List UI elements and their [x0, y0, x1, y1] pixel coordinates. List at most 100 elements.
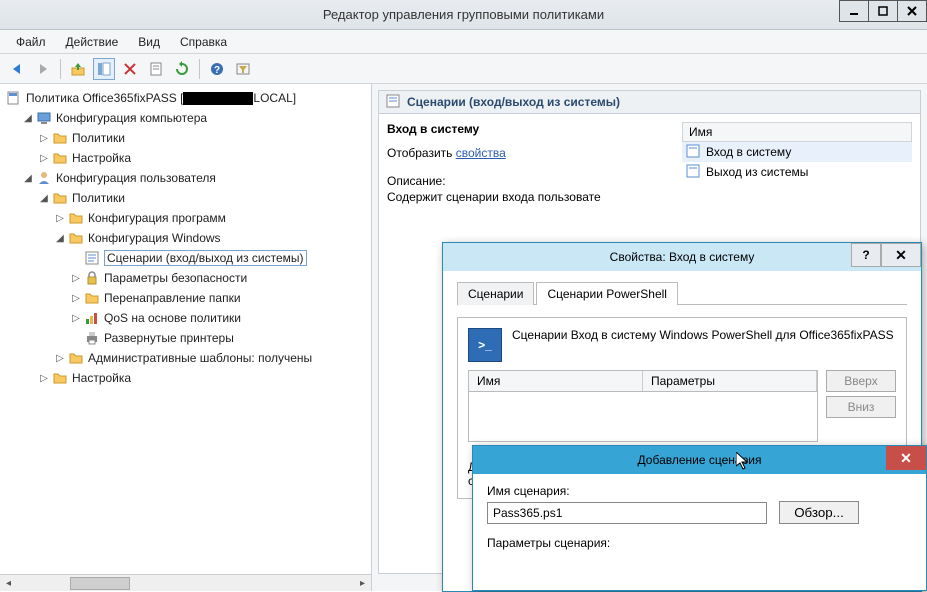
folder-icon [52, 190, 68, 206]
expand-icon[interactable]: ▷ [70, 292, 82, 304]
tree-folder-redirect[interactable]: ▷ Перенаправление папки [4, 288, 371, 308]
scrollbar-thumb[interactable] [70, 577, 130, 590]
tree-win-config[interactable]: ◢ Конфигурация Windows [4, 228, 371, 248]
show-tree-button[interactable] [93, 58, 115, 80]
list-item-logout[interactable]: Выход из системы [682, 162, 912, 182]
minimize-button[interactable] [839, 0, 869, 22]
dialog-close-button[interactable]: ✕ [881, 243, 921, 267]
col-params[interactable]: Параметры [643, 371, 817, 391]
tree-printers[interactable]: Развернутые принтеры [4, 328, 371, 348]
folder-icon [84, 290, 100, 306]
tree-policies-comp[interactable]: ▷ Политики [4, 128, 371, 148]
delete-button[interactable] [119, 58, 141, 80]
maximize-button[interactable] [868, 0, 898, 22]
expand-icon[interactable]: ▷ [38, 132, 50, 144]
col-name[interactable]: Имя [469, 371, 643, 391]
expand-icon[interactable]: ▷ [54, 212, 66, 224]
dialog-titlebar[interactable]: Свойства: Вход в систему ? ✕ [443, 243, 921, 271]
close-button[interactable] [897, 0, 927, 22]
script-params-label: Параметры сценария: [487, 536, 912, 550]
dialog-title: Добавление сценария [638, 453, 762, 467]
script-name-label: Имя сценария: [487, 484, 912, 498]
description-label: Описание: [387, 174, 670, 188]
tree-policies-user[interactable]: ◢ Политики [4, 188, 371, 208]
script-name-input[interactable] [487, 502, 767, 524]
tree-pane[interactable]: Политика Office365fixPASS [LOCAL] ◢ Конф… [0, 84, 372, 591]
collapse-icon[interactable]: ◢ [22, 172, 34, 184]
dialog-titlebar[interactable]: Добавление сценария ✕ [473, 446, 926, 474]
tree-hscrollbar[interactable]: ◂ ▸ [0, 574, 371, 591]
name-column-header[interactable]: Имя [682, 122, 912, 142]
computer-icon [36, 110, 52, 126]
tab-powershell[interactable]: Сценарии PowerShell [536, 282, 678, 305]
refresh-button[interactable] [171, 58, 193, 80]
titlebar: Редактор управления групповыми политикам… [0, 0, 927, 30]
details-header-text: Сценарии (вход/выход из системы) [407, 95, 620, 109]
printer-icon [84, 330, 100, 346]
dialog-title: Свойства: Вход в систему [610, 250, 755, 264]
forward-button[interactable] [32, 58, 54, 80]
script-icon [686, 144, 700, 161]
folder-icon [68, 350, 84, 366]
script-icon [84, 250, 100, 266]
list-item-login[interactable]: Вход в систему [682, 142, 912, 162]
collapse-icon[interactable]: ◢ [54, 232, 66, 244]
expand-icon[interactable]: ▷ [38, 152, 50, 164]
properties-button[interactable] [145, 58, 167, 80]
show-properties: Отобразить свойства [387, 146, 670, 160]
tab-scripts[interactable]: Сценарии [457, 282, 534, 305]
properties-link[interactable]: свойства [456, 146, 506, 160]
qos-icon [84, 310, 100, 326]
collapse-icon[interactable]: ◢ [22, 112, 34, 124]
description-text: Содержит сценарии входа пользовате [387, 190, 670, 204]
dialog-close-button[interactable]: ✕ [886, 446, 926, 470]
script-icon [385, 93, 401, 112]
back-button[interactable] [6, 58, 28, 80]
menu-action[interactable]: Действие [56, 32, 129, 52]
dialog-help-button[interactable]: ? [851, 243, 881, 267]
folder-icon [52, 130, 68, 146]
folder-icon [52, 370, 68, 386]
filter-button[interactable] [232, 58, 254, 80]
svg-text:?: ? [214, 65, 220, 76]
collapse-icon[interactable]: ◢ [38, 192, 50, 204]
tree-security[interactable]: ▷ Параметры безопасности [4, 268, 371, 288]
user-icon [36, 170, 52, 186]
info-text: Сценарии Вход в систему Windows PowerShe… [512, 328, 896, 342]
details-header: Сценарии (вход/выход из системы) [378, 90, 921, 114]
tree-computer-config[interactable]: ◢ Конфигурация компьютера [4, 108, 371, 128]
expand-icon[interactable]: ▷ [70, 272, 82, 284]
toolbar: ? [0, 54, 927, 84]
down-button[interactable]: Вниз [826, 396, 896, 418]
menu-view[interactable]: Вид [128, 32, 170, 52]
tree-root[interactable]: Политика Office365fixPASS [LOCAL] [4, 88, 371, 108]
login-heading: Вход в систему [387, 122, 670, 136]
window-title: Редактор управления групповыми политикам… [323, 7, 604, 22]
help-button[interactable]: ? [206, 58, 228, 80]
folder-icon [68, 210, 84, 226]
tree-scripts[interactable]: Сценарии (вход/выход из системы) [4, 248, 371, 268]
up-button[interactable] [67, 58, 89, 80]
tree-qos[interactable]: ▷ QoS на основе политики [4, 308, 371, 328]
menubar: Файл Действие Вид Справка [0, 30, 927, 54]
script-icon [686, 164, 700, 181]
menu-file[interactable]: Файл [6, 32, 56, 52]
lock-icon [84, 270, 100, 286]
tree-admin-templates[interactable]: ▷ Административные шаблоны: получены [4, 348, 371, 368]
policy-icon [6, 90, 22, 106]
menu-help[interactable]: Справка [170, 32, 237, 52]
expand-icon[interactable]: ▷ [70, 312, 82, 324]
script-list[interactable] [468, 392, 818, 442]
tree-user-config[interactable]: ◢ Конфигурация пользователя [4, 168, 371, 188]
add-script-dialog: Добавление сценария ✕ Имя сценария: Обзо… [472, 445, 927, 591]
browse-button[interactable]: Обзор... [779, 501, 859, 524]
expand-icon[interactable]: ▷ [38, 372, 50, 384]
tree-settings-user[interactable]: ▷ Настройка [4, 368, 371, 388]
expand-icon[interactable]: ▷ [54, 352, 66, 364]
folder-icon [68, 230, 84, 246]
tree-prog-config[interactable]: ▷ Конфигурация программ [4, 208, 371, 228]
tree-settings-comp[interactable]: ▷ Настройка [4, 148, 371, 168]
folder-icon [52, 150, 68, 166]
up-button[interactable]: Вверх [826, 370, 896, 392]
powershell-icon: >_ [468, 328, 502, 362]
